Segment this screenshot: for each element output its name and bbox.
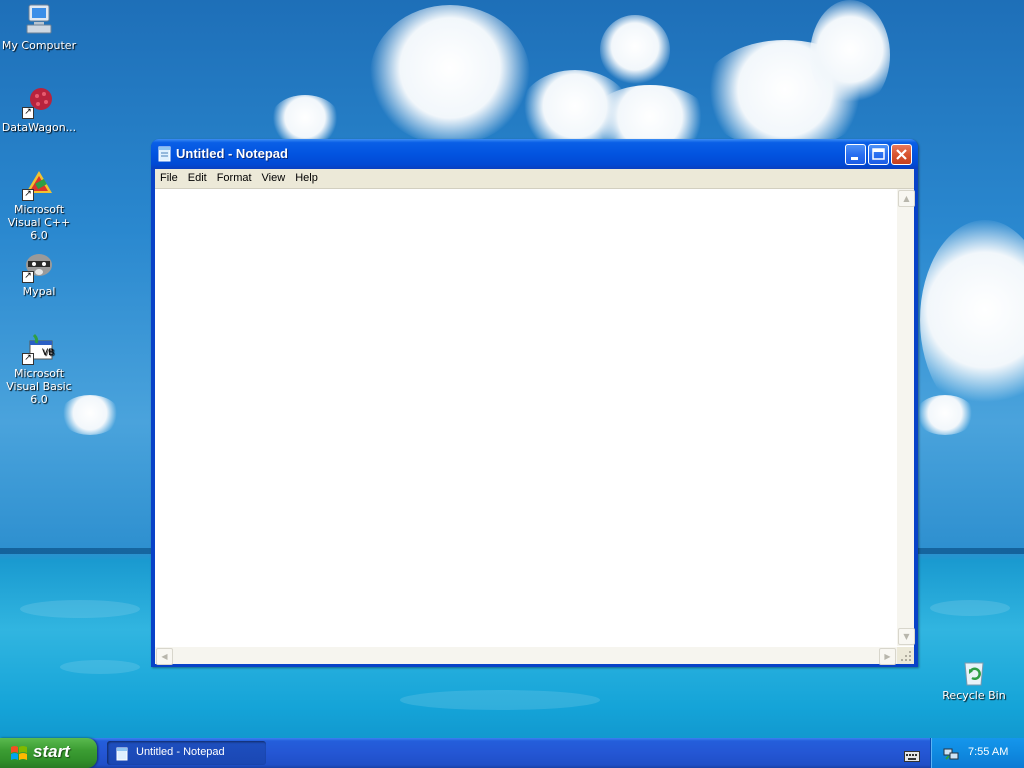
shortcut-arrow-icon: ↗ <box>22 271 34 283</box>
menu-help[interactable]: Help <box>290 169 323 187</box>
desktop-icon-label: Recycle Bin <box>942 689 1006 702</box>
menu-format[interactable]: Format <box>212 169 257 187</box>
datawagon-icon: ↗ <box>22 85 56 119</box>
visual-cpp-icon: ↗ <box>22 167 56 201</box>
horizontal-scrollbar[interactable]: ◀ ▶ <box>155 647 897 665</box>
resize-grip-icon <box>901 651 911 661</box>
menu-view[interactable]: View <box>257 169 291 187</box>
taskbar-item-label: Untitled - Notepad <box>136 746 225 758</box>
wave-decoration <box>60 660 140 674</box>
scroll-left-button[interactable]: ◀ <box>156 648 173 665</box>
recycle-bin-icon <box>959 657 989 687</box>
cloud-decoration <box>920 220 1024 420</box>
minimize-button[interactable] <box>845 144 866 165</box>
minimize-icon <box>851 157 858 160</box>
desktop-icon-label: Mypal <box>22 285 56 298</box>
window-title: Untitled - Notepad <box>176 146 288 161</box>
cloud-decoration <box>600 15 670 85</box>
desktop-icon-label: Microsoft Visual C++ 6.0 <box>7 203 71 242</box>
computer-icon <box>22 3 56 37</box>
start-button[interactable]: start <box>0 738 97 768</box>
desktop-icon-label: DataWagon... <box>1 121 77 134</box>
taskbar-item-notepad[interactable]: Untitled - Notepad <box>107 741 266 765</box>
raccoon-icon: ↗ <box>22 249 56 283</box>
vertical-scrollbar[interactable]: ▲ ▼ <box>897 189 915 646</box>
system-tray: 7:55 AM <box>930 738 1024 768</box>
notepad-window[interactable]: Untitled - Notepad File Edit Format View Hel… <box>151 139 918 667</box>
wave-decoration <box>20 600 140 618</box>
keyboard-icon[interactable] <box>904 747 920 762</box>
menu-bar: File Edit Format View Help <box>155 169 914 188</box>
desktop-icon-visual-basic[interactable]: VB ↗ Microsoft Visual Basic 6.0 <box>0 331 79 406</box>
maximize-icon <box>872 148 885 160</box>
maximize-button[interactable] <box>868 144 889 165</box>
menu-edit[interactable]: Edit <box>183 169 212 187</box>
clock[interactable]: 7:55 AM <box>968 746 1008 758</box>
svg-text:VB: VB <box>42 348 54 358</box>
scroll-right-button[interactable]: ▶ <box>879 648 896 665</box>
shortcut-arrow-icon: ↗ <box>22 353 34 365</box>
desktop-icon-recycle-bin[interactable]: Recycle Bin <box>934 657 1014 702</box>
windows-logo-icon <box>10 744 28 762</box>
desktop-icon-datawagon[interactable]: ↗ DataWagon... <box>0 85 79 134</box>
shortcut-arrow-icon: ↗ <box>22 189 34 201</box>
scroll-down-button[interactable]: ▼ <box>898 628 915 645</box>
close-icon <box>896 149 907 160</box>
edit-area: ▲ ▼ ◀ ▶ <box>155 188 915 665</box>
visual-basic-icon: VB ↗ <box>22 331 56 365</box>
scroll-up-button[interactable]: ▲ <box>898 190 915 207</box>
wave-decoration <box>400 690 600 710</box>
menu-file[interactable]: File <box>155 169 183 187</box>
cloud-decoration <box>370 5 530 145</box>
text-editor[interactable] <box>155 189 896 646</box>
close-button[interactable] <box>891 144 912 165</box>
start-label: start <box>33 742 70 761</box>
cloud-decoration <box>810 0 890 110</box>
shortcut-arrow-icon: ↗ <box>22 107 34 119</box>
notepad-icon <box>158 146 172 162</box>
desktop-icon-label: My Computer <box>1 39 77 52</box>
desktop-icon-mypal[interactable]: ↗ Mypal <box>0 249 79 298</box>
network-icon[interactable] <box>943 746 959 760</box>
desktop-icon-visual-cpp[interactable]: ↗ Microsoft Visual C++ 6.0 <box>0 167 79 242</box>
cloud-decoration <box>915 395 975 435</box>
desktop: My Computer ↗ DataWagon... ↗ Microsoft V… <box>0 0 1024 768</box>
title-bar[interactable]: Untitled - Notepad <box>151 139 918 169</box>
desktop-icon-label: Microsoft Visual Basic 6.0 <box>6 367 72 406</box>
notepad-icon <box>116 746 128 761</box>
wave-decoration <box>930 600 1010 616</box>
taskbar: start Untitled - Notepad 7:55 AM <box>0 738 1024 768</box>
cloud-decoration <box>270 95 340 145</box>
desktop-icon-my-computer[interactable]: My Computer <box>0 3 79 52</box>
resize-grip[interactable] <box>897 647 914 664</box>
